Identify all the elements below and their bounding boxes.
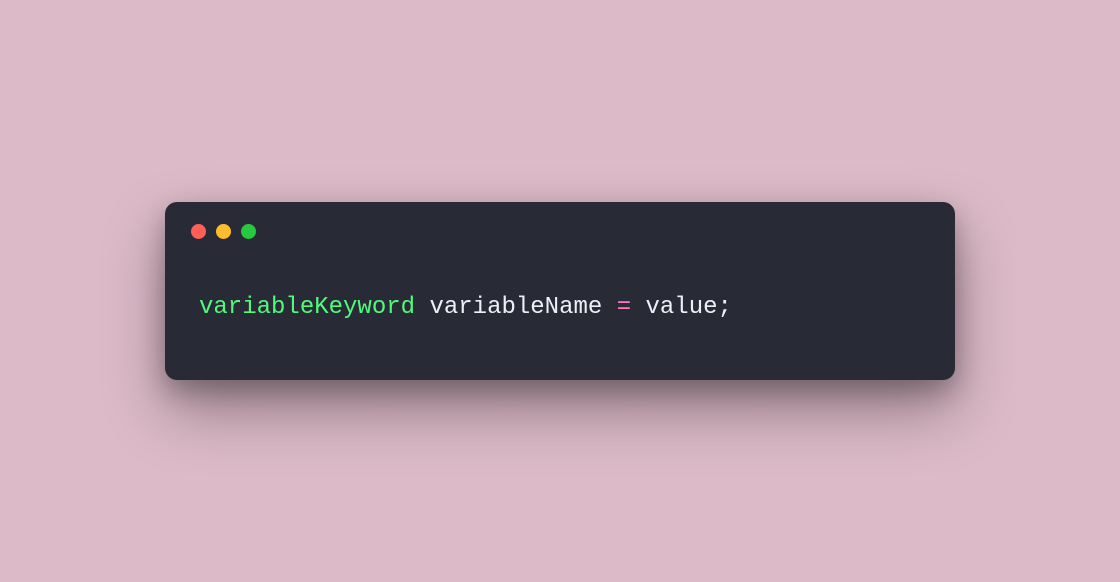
maximize-icon[interactable] (241, 224, 256, 239)
code-body: variableKeyword variableName = value; (165, 245, 955, 379)
code-terminator: ; (718, 294, 732, 321)
code-variable-name: variableName (429, 294, 602, 321)
minimize-icon[interactable] (216, 224, 231, 239)
window-titlebar (165, 202, 955, 245)
code-keyword: variableKeyword (199, 294, 415, 321)
code-operator: = (617, 294, 631, 321)
code-window: variableKeyword variableName = value; (165, 202, 955, 379)
code-value: value (646, 294, 718, 321)
close-icon[interactable] (191, 224, 206, 239)
